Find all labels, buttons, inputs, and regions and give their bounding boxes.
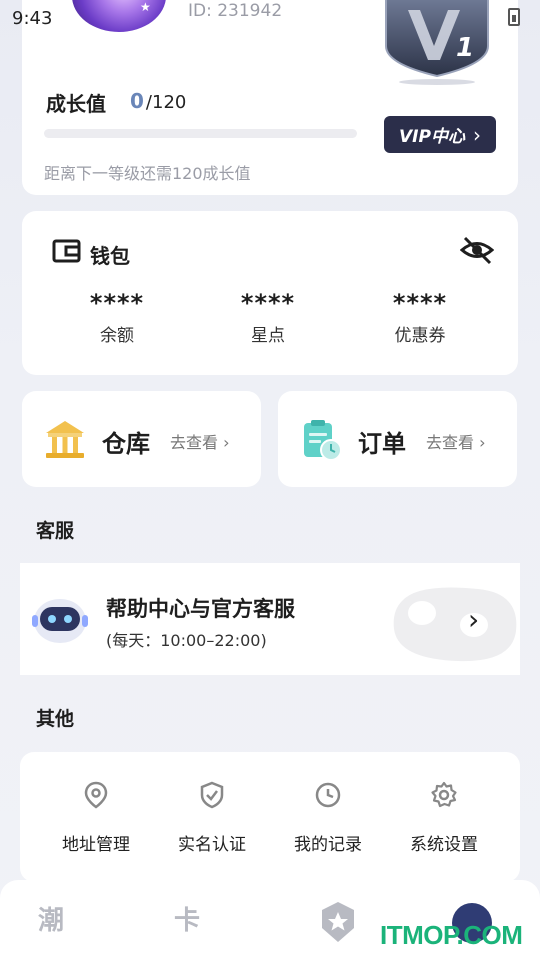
growth-hint: 距离下一等级还需120成长值 (44, 164, 251, 183)
star-points-value: **** (240, 289, 296, 317)
status-time: 9:43 (12, 8, 53, 29)
wallet-card: 钱包 **** 余额 **** 星点 **** 优惠券 (22, 211, 518, 375)
settings-label: 系统设置 (410, 835, 478, 855)
chevron-right-icon: › (472, 122, 481, 147)
badge-star-icon (322, 902, 354, 942)
shield-check-icon (200, 781, 224, 809)
orders-title: 订单 (358, 430, 406, 458)
growth-value: 0/120 (130, 89, 186, 113)
vip-level-number: 1 (456, 33, 474, 63)
battery-icon (508, 8, 520, 26)
orders-icon (304, 420, 342, 461)
help-hours: (每天：10:00–22:00) (106, 631, 267, 650)
vip-center-button[interactable]: VIP中心 › (384, 116, 496, 153)
balance-label: 余额 (100, 326, 134, 346)
star-points-label: 星点 (251, 326, 285, 346)
trend-icon: 潮 (38, 906, 65, 936)
gear-icon (431, 781, 457, 808)
address-management[interactable]: 地址管理 (38, 780, 154, 855)
growth-total: /120 (145, 92, 187, 113)
growth-current: 0 (130, 89, 144, 113)
card-icon: 卡 (174, 906, 201, 936)
avatar[interactable] (72, 0, 166, 32)
warehouse-icon (46, 421, 84, 458)
warehouse-card[interactable]: 仓库 去查看 › (22, 391, 261, 487)
growth-card: ★ ID: 231942 1 成长值 0/120 距离下一等级还需120成长值 … (22, 0, 518, 195)
wallet-star-points[interactable]: **** 星点 (208, 289, 328, 346)
other-card: 地址管理 实名认证 我的记录 系统设置 (20, 752, 520, 882)
balance-value: **** (89, 289, 145, 317)
vip-level-badge[interactable]: 1 (378, 0, 496, 86)
orders-link[interactable]: 去查看 › (426, 429, 486, 453)
help-title: 帮助中心与官方客服 (106, 597, 295, 621)
orders-card[interactable]: 订单 去查看 › (278, 391, 517, 487)
wallet-coupons[interactable]: **** 优惠券 (360, 289, 480, 346)
warehouse-title: 仓库 (102, 430, 150, 458)
warehouse-link[interactable]: 去查看 › (170, 429, 230, 453)
star-icon: ★ (140, 0, 151, 14)
verification-label: 实名认证 (178, 835, 246, 855)
other-section-title: 其他 (36, 708, 75, 730)
address-label: 地址管理 (62, 835, 130, 855)
watermark: ITMOP.COM (380, 920, 523, 950)
coupons-label: 优惠券 (394, 326, 446, 346)
location-icon (84, 781, 108, 809)
robot-face-decoration (393, 587, 517, 662)
nav-card[interactable]: 卡 (174, 900, 234, 944)
user-id: ID: 231942 (188, 1, 283, 21)
chevron-right-icon: › (468, 603, 480, 636)
wallet-icon (52, 239, 81, 263)
growth-progress-bar (44, 129, 357, 138)
nav-badge[interactable] (318, 900, 378, 944)
my-records[interactable]: 我的记录 (270, 780, 386, 855)
eye-off-icon[interactable] (460, 235, 494, 265)
growth-label: 成长值 (46, 92, 106, 116)
system-settings[interactable]: 系统设置 (386, 780, 502, 855)
help-center-card[interactable]: 帮助中心与官方客服 (每天：10:00–22:00) › (20, 563, 520, 675)
wallet-title: 钱包 (90, 244, 130, 268)
clock-icon (315, 782, 341, 808)
service-section-title: 客服 (36, 520, 75, 542)
real-name-verification[interactable]: 实名认证 (154, 780, 270, 855)
wallet-balance[interactable]: **** 余额 (57, 289, 177, 346)
robot-icon (32, 599, 88, 643)
nav-trend[interactable]: 潮 (38, 900, 98, 944)
vip-center-label: VIP中心 (399, 127, 465, 147)
records-label: 我的记录 (294, 835, 362, 855)
coupons-value: **** (392, 289, 448, 317)
